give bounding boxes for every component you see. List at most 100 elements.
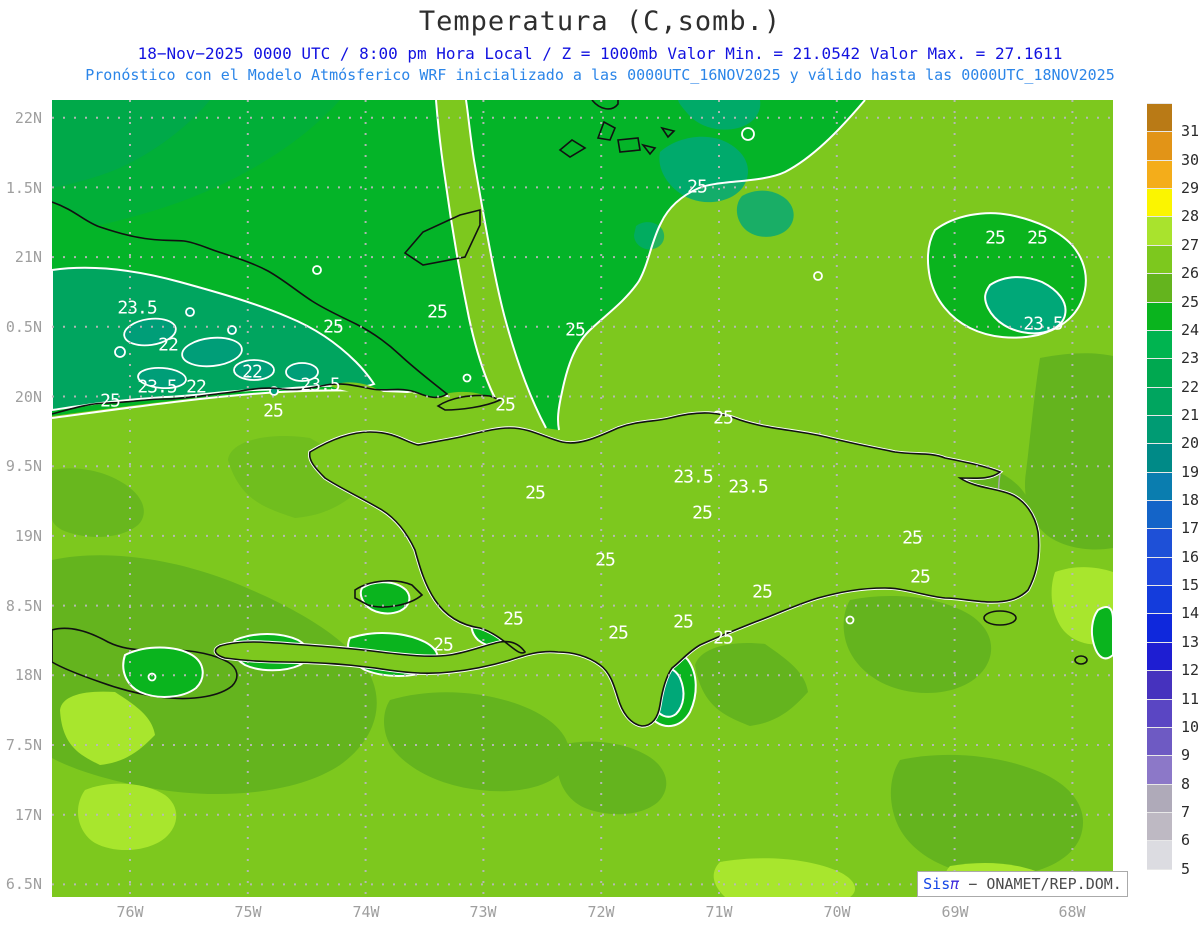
contour-label: 25 — [713, 407, 734, 429]
chart-title: Temperatura (C,somb.) — [418, 6, 782, 37]
colorbar-band — [1147, 613, 1172, 642]
contour-label: 23.5 — [728, 476, 768, 498]
contour-label: 25 — [1027, 227, 1048, 249]
contour-label: 25 — [263, 400, 284, 422]
colorbar — [1147, 103, 1172, 898]
colorbar-band — [1147, 216, 1172, 245]
lat-tick-label: 19N — [14, 527, 42, 545]
contour-label: 25 — [565, 319, 586, 341]
colorbar-tick-label: 20 — [1181, 434, 1200, 453]
colorbar-band — [1147, 670, 1172, 699]
colorbar-band — [1147, 528, 1172, 557]
colorbar-tick-label: 6 — [1181, 831, 1191, 850]
contour-label: 22 — [186, 376, 207, 398]
colorbar-band — [1147, 556, 1172, 586]
watermark-pi-icon: π — [950, 875, 960, 893]
colorbar-tick-label: 17 — [1181, 519, 1200, 538]
colorbar-band — [1147, 641, 1172, 671]
map-canvas — [52, 100, 1113, 897]
colorbar-tick-label: 19 — [1181, 462, 1200, 481]
colorbar-tick-label: 28 — [1181, 207, 1200, 226]
colorbar-tick-label: 18 — [1181, 491, 1200, 509]
lon-tick-label: 68W — [1058, 903, 1086, 921]
lat-tick-label: 20N — [14, 388, 42, 406]
colorbar-tick-label: 27 — [1181, 235, 1200, 254]
colorbar-band — [1147, 273, 1172, 302]
colorbar-tick-label: 7 — [1181, 802, 1191, 821]
colorbar-tick-label: 23 — [1181, 349, 1200, 368]
colorbar-tick-label: 8 — [1181, 774, 1191, 793]
contour-label: 25 — [713, 627, 734, 649]
colorbar-band — [1147, 726, 1172, 756]
contour-label: 25 — [100, 390, 121, 412]
lat-tick-label: 21N — [14, 248, 42, 266]
colorbar-band — [1147, 188, 1172, 217]
contour-label: 25 — [595, 549, 616, 571]
contour-label: 25 — [433, 634, 454, 656]
colorbar-band — [1147, 500, 1172, 529]
lat-tick-label: 22N — [14, 109, 42, 127]
colorbar-band — [1147, 414, 1172, 444]
contour-label: 25 — [673, 611, 694, 633]
colorbar-tick-label: 10 — [1181, 717, 1200, 736]
colorbar-tick-label: 24 — [1181, 320, 1200, 339]
contour-label: 25 — [752, 581, 773, 603]
jamaica-cool-spot — [122, 646, 204, 698]
colorbar-band — [1147, 755, 1172, 784]
contour-label: 25 — [503, 608, 524, 630]
colorbar-tick-label: 26 — [1181, 264, 1200, 283]
contour-label: 25 — [902, 527, 923, 549]
contour-label: 22 — [158, 334, 179, 356]
colorbar-tick-label: 25 — [1181, 292, 1200, 311]
colorbar-band — [1147, 471, 1172, 501]
colorbar-band — [1147, 868, 1172, 898]
colorbar-band — [1147, 159, 1172, 189]
colorbar-tick-label: 9 — [1181, 746, 1191, 765]
contour-label: 23.5 — [137, 376, 177, 398]
colorbar-tick-label: 22 — [1181, 377, 1200, 396]
lon-tick-label: 76W — [116, 903, 144, 921]
colorbar-band — [1147, 103, 1172, 132]
chart-subtitle-validtime: 18−Nov−2025 0000 UTC / 8:00 pm Hora Loca… — [137, 44, 1063, 63]
weather-chart-page: { "header": { "title": "Temperatura (C,s… — [0, 0, 1200, 927]
colorbar-band — [1147, 329, 1172, 359]
lon-tick-label: 69W — [941, 903, 969, 921]
colorbar-tick-label: 11 — [1181, 689, 1200, 708]
colorbar-band — [1147, 443, 1172, 472]
colorbar-tick-label: 29 — [1181, 179, 1200, 198]
contour-label: 25 — [608, 622, 629, 644]
lon-tick-label: 71W — [705, 903, 733, 921]
colorbar-tick-label: 30 — [1181, 150, 1200, 169]
lat-tick-label: 0.5N — [5, 318, 42, 336]
colorbar-band — [1147, 301, 1172, 330]
lat-tick-label: 17N — [14, 806, 42, 824]
colorbar-band — [1147, 386, 1172, 415]
contour-label: 25 — [692, 502, 713, 524]
lon-tick-label: 70W — [823, 903, 851, 921]
colorbar-tick-label: 13 — [1181, 632, 1200, 651]
contour-label: 25 — [323, 316, 344, 338]
contour-label: 25 — [495, 394, 516, 416]
watermark-box: Sis π − ONAMET/REP.DOM. — [917, 871, 1128, 897]
lat-tick-label: 1.5N — [5, 179, 42, 197]
lat-tick-label: 8.5N — [5, 597, 42, 615]
colorbar-tick-label: 21 — [1181, 405, 1200, 424]
contour-label: 23.5 — [300, 374, 340, 396]
watermark-org: − ONAMET/REP.DOM. — [959, 875, 1122, 893]
lat-tick-label: 7.5N — [5, 736, 42, 754]
contour-label: 25 — [985, 227, 1006, 249]
colorbar-tick-label: 12 — [1181, 661, 1200, 680]
lat-tick-label: 9.5N — [5, 457, 42, 475]
watermark-sis: Sis — [923, 875, 951, 893]
colorbar-band — [1147, 131, 1172, 160]
contour-label: 23.5 — [1023, 313, 1063, 335]
colorbar-band — [1147, 811, 1172, 841]
lon-tick-label: 73W — [469, 903, 497, 921]
colorbar-band — [1147, 244, 1172, 274]
contour-label: 25 — [525, 482, 546, 504]
colorbar-tick-label: 31 — [1181, 122, 1200, 141]
contour-label: 23.5 — [673, 466, 713, 488]
lon-tick-label: 74W — [352, 903, 380, 921]
contour-label: 22 — [242, 361, 263, 383]
colorbar-tick-label: 15 — [1181, 576, 1200, 595]
